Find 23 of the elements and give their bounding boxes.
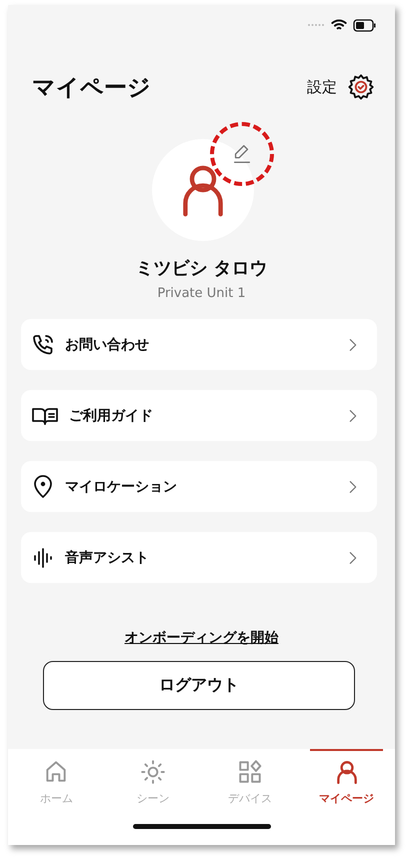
sound-wave-icon [31, 546, 55, 570]
location-pin-icon [31, 474, 55, 498]
devices-grid-icon [236, 759, 263, 785]
sun-icon [140, 759, 166, 785]
tab[interactable]: マイページ [310, 749, 383, 806]
logout-button[interactable]: ログアウト [43, 661, 355, 710]
wifi-icon [331, 18, 347, 32]
profile-name: ミツビシ タロウ [134, 257, 269, 280]
settings-link[interactable]: 設定 [307, 78, 337, 96]
menu-item[interactable]: マイロケーション [21, 461, 377, 512]
settings-icon [347, 73, 375, 101]
signal-dots-icon [307, 23, 325, 27]
onboarding-link[interactable]: オンボーディングを開始 [124, 629, 278, 647]
person-icon [180, 163, 224, 217]
battery-icon [353, 18, 377, 32]
menu-item[interactable]: ご利用ガイド [21, 390, 377, 441]
menu-item[interactable]: お問い合わせ [21, 319, 377, 370]
pencil-icon [231, 143, 253, 165]
phone-icon [31, 332, 55, 356]
edit-button[interactable] [210, 122, 274, 186]
menu-item[interactable]: 音声アシスト [21, 532, 377, 583]
profile-subtitle: Private Unit 1 [156, 286, 247, 301]
page-title: マイページ [32, 74, 151, 102]
